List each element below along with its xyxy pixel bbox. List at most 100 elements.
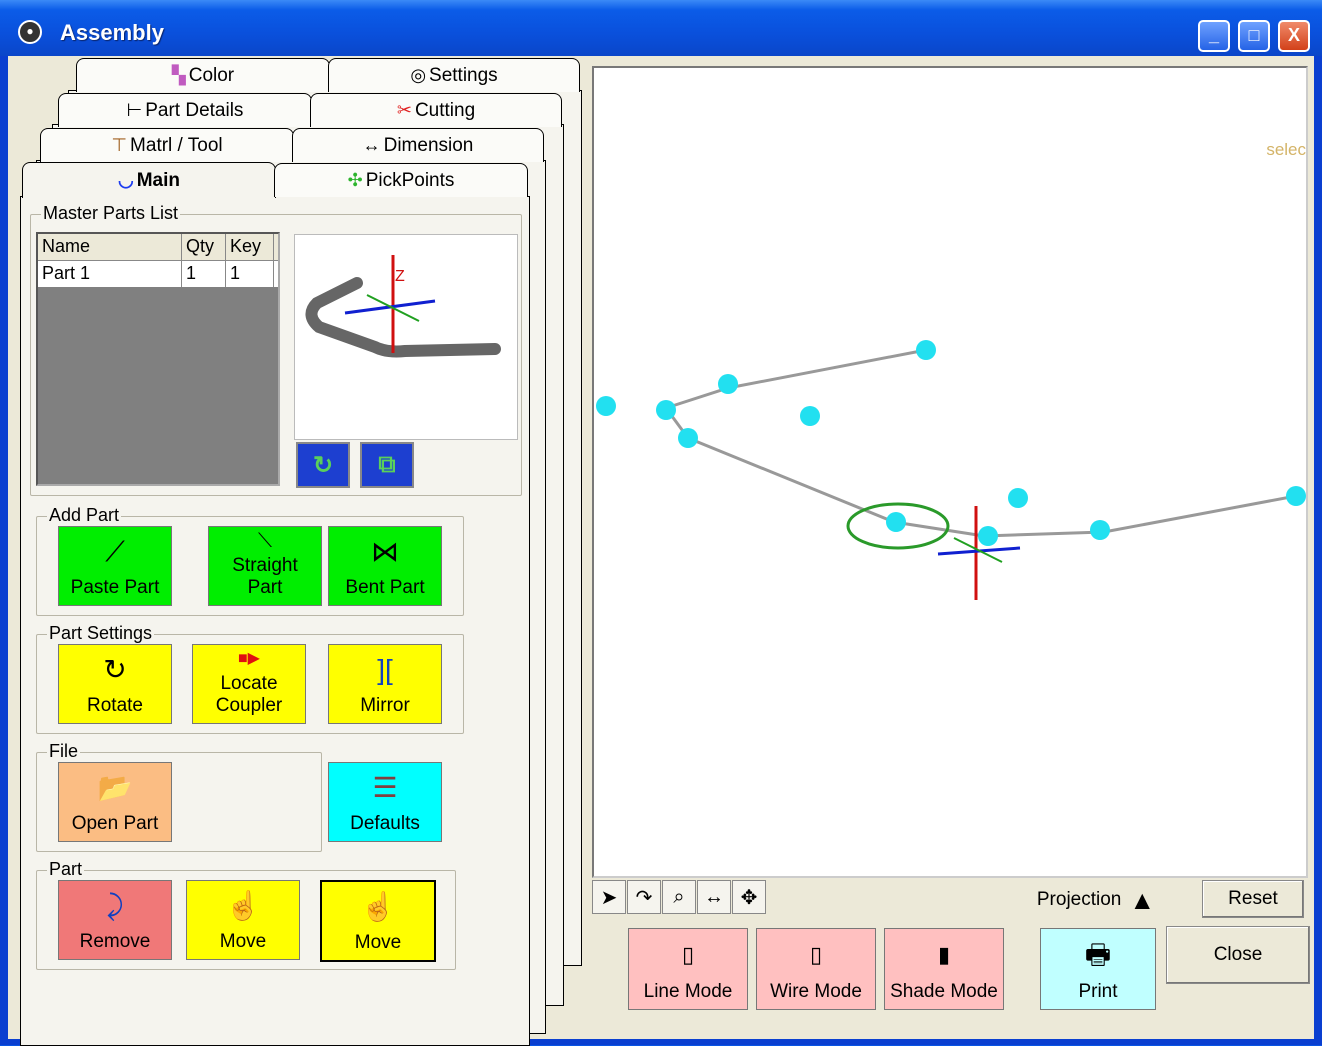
move-hand-icon: ☝: [225, 890, 261, 921]
viewport-hint: selec: [1266, 140, 1306, 159]
app-icon: ●: [18, 20, 42, 44]
close-window-button[interactable]: X: [1278, 20, 1310, 52]
recycle-icon: ↻: [312, 451, 334, 479]
palette-icon: ▚: [171, 65, 186, 85]
straight-part-label-1: Straight: [232, 555, 298, 576]
tab-color-label: Color: [188, 64, 235, 86]
projection-button[interactable]: Projection ▲: [1024, 882, 1168, 918]
defaults-label: Defaults: [350, 813, 420, 834]
remove-label: Remove: [79, 931, 151, 952]
print-button[interactable]: 🖶 Print: [1040, 928, 1156, 1010]
parts-list-header: Name Qty Key: [38, 234, 278, 261]
printer-icon: 🖶: [1084, 939, 1112, 970]
cell-qty: 1: [182, 261, 226, 287]
tab-main-label: Main: [136, 169, 180, 191]
assembly-drawing: [596, 340, 1306, 600]
move-label-2: Move: [354, 932, 402, 953]
locate-coupler-button[interactable]: ■▶ Locate Coupler: [192, 644, 306, 724]
tab-part-details-label: Part Details: [145, 99, 244, 121]
rotate-icon: ↻: [103, 654, 127, 685]
view-toolbar: ➤ ↷ ⌕ ↔ ✥: [592, 880, 798, 918]
tab-cutting-label: Cutting: [414, 99, 476, 121]
scissors-icon: ✂: [396, 100, 412, 120]
move-button-1[interactable]: ☝ Move: [186, 880, 300, 960]
locate-coupler-label-1: Locate: [220, 673, 278, 694]
col-qty[interactable]: Qty: [182, 234, 226, 260]
assembly-window: ● Assembly _ □ X ▚ Color ◎ Settings ⊢ Part …: [0, 0, 1322, 1046]
remove-button[interactable]: ⤸ Remove: [58, 880, 172, 960]
col-name[interactable]: Name: [38, 234, 182, 260]
pickpoints-icon: ✣: [347, 170, 363, 190]
part-preview[interactable]: Z: [294, 234, 518, 440]
tab-main[interactable]: ◡ Main: [22, 162, 276, 198]
master-parts-label: Master Parts List: [41, 203, 181, 224]
cell-key: 1: [226, 261, 274, 287]
check-curve-icon: ◡: [118, 170, 134, 190]
maximize-button[interactable]: □: [1238, 20, 1270, 52]
wire-mode-button[interactable]: ▯ Wire Mode: [756, 928, 876, 1010]
mirror-label: Mirror: [360, 695, 410, 716]
hammer-icon: ⊤: [111, 135, 128, 155]
bent-part-button[interactable]: ⋈ Bent Part: [328, 526, 442, 606]
open-part-button[interactable]: 📂 Open Part: [58, 762, 172, 842]
part-preview-graphic: Z: [305, 255, 501, 358]
line-mode-label: Line Mode: [643, 981, 733, 1002]
tab-color[interactable]: ▚ Color: [76, 58, 330, 92]
paste-part-label: Paste Part: [70, 577, 160, 598]
remove-icon: ⤸: [106, 890, 124, 921]
tab-matrl-tool[interactable]: ⊤ Matrl / Tool: [40, 128, 294, 162]
move-label-1: Move: [219, 931, 267, 952]
parts-list[interactable]: Name Qty Key Part 1 1 1: [36, 232, 280, 486]
part-details-icon: ⊢: [126, 100, 143, 120]
straight-part-button[interactable]: ⟍ Straight Part: [208, 526, 322, 606]
paste-part-button[interactable]: ⟋ Paste Part: [58, 526, 172, 606]
copy-part-button[interactable]: ⧉: [360, 442, 414, 488]
coupler-icon: ■▶: [238, 650, 260, 667]
line-mode-button[interactable]: ▯ Line Mode: [628, 928, 748, 1010]
tab-cutting[interactable]: ✂ Cutting: [310, 93, 562, 127]
refresh-part-button[interactable]: ↻: [296, 442, 350, 488]
file-label: File: [47, 741, 81, 762]
rotate-button[interactable]: ↻ Rotate: [58, 644, 172, 724]
add-part-label: Add Part: [47, 505, 122, 526]
tab-pickpoints[interactable]: ✣ PickPoints: [274, 163, 528, 197]
part-settings-label: Part Settings: [47, 623, 155, 644]
col-key[interactable]: Key: [226, 234, 274, 260]
pan-icon[interactable]: ✥: [732, 880, 766, 914]
folder-open-icon: 📂: [97, 772, 133, 803]
zoom-icon[interactable]: ⌕: [662, 880, 696, 914]
tab-part-details[interactable]: ⊢ Part Details: [58, 93, 312, 127]
bent-part-icon: ⋈: [371, 536, 399, 567]
line-mode-icon: ▯: [681, 942, 695, 967]
title-bar[interactable]: ● Assembly _ □ X: [0, 0, 1322, 56]
window-title: Assembly: [60, 20, 164, 45]
minimize-button[interactable]: _: [1198, 20, 1230, 52]
bent-part-label: Bent Part: [345, 577, 425, 598]
3d-viewport[interactable]: selec: [592, 66, 1308, 878]
copy-icon: ⧉: [378, 451, 396, 478]
tab-settings[interactable]: ◎ Settings: [328, 58, 580, 92]
defaults-button[interactable]: ☰ Defaults: [328, 762, 442, 842]
open-part-label: Open Part: [71, 813, 159, 834]
tab-dimension-label: Dimension: [383, 134, 474, 156]
reset-button[interactable]: Reset: [1202, 880, 1304, 918]
locate-coupler-label-2: Coupler: [215, 695, 283, 716]
print-label: Print: [1078, 981, 1118, 1002]
move-button-2[interactable]: ☝ Move: [320, 880, 436, 962]
wire-mode-label: Wire Mode: [770, 981, 862, 1002]
tab-pickpoints-label: PickPoints: [365, 169, 455, 191]
part-label: Part: [47, 859, 85, 880]
dimension-icon: ↔: [362, 135, 381, 155]
rotate-view-icon[interactable]: ↷: [627, 880, 661, 914]
close-button[interactable]: Close: [1166, 926, 1310, 984]
triangle-up-icon: ▲: [1129, 884, 1156, 915]
shade-mode-label: Shade Mode: [890, 981, 998, 1002]
mirror-icon: ][: [377, 654, 393, 685]
select-arrow-icon[interactable]: ➤: [592, 880, 626, 914]
shade-mode-button[interactable]: ▮ Shade Mode: [884, 928, 1004, 1010]
tab-settings-label: Settings: [429, 64, 498, 86]
tab-dimension[interactable]: ↔ Dimension: [292, 128, 544, 162]
fit-width-icon[interactable]: ↔: [697, 880, 731, 914]
mirror-button[interactable]: ][ Mirror: [328, 644, 442, 724]
table-row[interactable]: Part 1 1 1: [38, 261, 278, 287]
